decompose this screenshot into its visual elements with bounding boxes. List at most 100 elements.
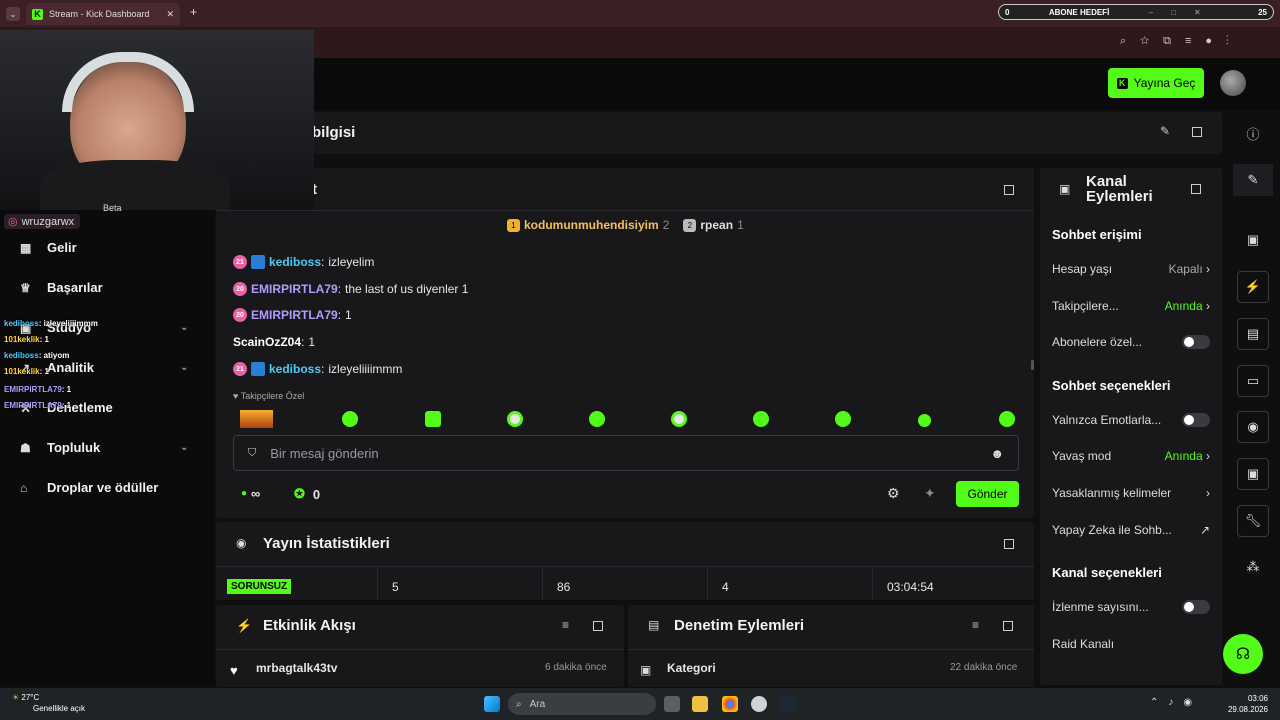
emote[interactable] [342,411,358,427]
go-live-button[interactable]: K Yayına Geç [1108,68,1204,98]
sub-goal-left: 0 [1005,7,1010,17]
chat-message[interactable]: 21 kediboss: izleyelim [233,255,374,269]
support-headset-icon[interactable]: ☊ [1223,634,1263,674]
windows-start-icon[interactable] [484,696,500,712]
chat-username[interactable]: ScainOzZ04 [233,335,301,349]
tab-menu-icon[interactable]: ⌄ [6,7,20,21]
chat-input[interactable]: ⛉ Bir mesaj gönderin ☻ [233,435,1019,471]
chat-username[interactable]: EMIRPIRTLA79 [251,308,338,322]
expand-icon[interactable] [1192,127,1202,137]
expand-icon[interactable] [1004,185,1014,195]
expand-icon[interactable] [1191,184,1201,194]
raid-row[interactable]: Raid Kanalı [1052,637,1210,651]
emote[interactable] [753,411,769,427]
ai-chat-row[interactable]: Yapay Zeka ile Sohb... ↗ [1052,523,1210,537]
chat-message[interactable]: ScainOzZ04:1 [233,335,315,349]
info-icon[interactable]: ⓘ [1233,117,1273,149]
chat-message[interactable]: 21 kediboss: izleyeliiiimmm [233,362,402,376]
emote[interactable] [671,411,687,427]
sidebar-item-achievements[interactable]: ♕ Başarılar [20,280,103,295]
chat-username[interactable]: kediboss [269,362,321,376]
chat-scrollbar[interactable] [1031,360,1034,370]
chat-username[interactable]: EMIRPIRTLA79 [251,282,338,296]
taskbar-search[interactable]: ⌕ Ara [508,693,656,715]
emotes-only-toggle[interactable] [1182,413,1210,427]
file-explorer-icon[interactable] [692,696,708,712]
emote-gif[interactable] [240,410,273,428]
video-icon[interactable]: ▣ [1233,224,1273,256]
browser-tab-bar: ⌄ K Stream - Kick Dashboard ✕ + 0 ABONE … [0,0,1280,27]
chat-message[interactable]: 20 EMIRPIRTLA79:1 [233,308,352,322]
chat-username[interactable]: kediboss [269,255,321,269]
emoji-icon[interactable]: ☻ [990,446,1004,461]
banned-words-row[interactable]: Yasaklanmış kelimeler › [1052,486,1210,500]
task-view-icon[interactable] [664,696,680,712]
emote[interactable] [918,414,931,427]
emotes-only-row[interactable]: Yalnızca Emotlarla... [1052,413,1210,427]
expand-icon[interactable] [1003,621,1013,631]
sub-goal-overlay: 0 ABONE HEDEFİ –□✕ 25 [998,4,1274,20]
sub-badge: 20 [233,308,247,322]
chat-text: izleyeliiiimmm [328,362,403,376]
streamer-name-tag: ◎ wruzgarwx [4,214,81,229]
chat-icon[interactable]: ▭ [1237,365,1269,397]
sidebar-item-label: Başarılar [47,280,103,295]
chevron-right-icon: › [1206,299,1210,313]
steam-icon[interactable] [780,696,796,712]
send-button[interactable]: Gönder [956,481,1019,507]
emote[interactable] [425,411,441,427]
expand-icon[interactable] [593,621,603,631]
moderation-item[interactable]: Kategori [667,661,716,675]
user-avatar[interactable] [1220,70,1246,96]
leader-name[interactable]: kodumunmuhendisiyim [524,218,659,232]
edit-icon[interactable]: ✎ [1160,124,1170,138]
chrome-icon[interactable] [722,696,738,712]
chevron-down-icon[interactable]: ⌄ [180,442,188,453]
activity-user[interactable]: mrbagtalk43tv [256,661,337,675]
emote[interactable] [999,411,1015,427]
browser-toolbar-icons[interactable]: ⌕☆⧉≡●⋮ [1120,35,1243,48]
view-count-toggle[interactable] [1182,600,1210,614]
lightning-icon[interactable]: ⚡ [1237,271,1269,303]
community-icon[interactable]: ⁂ [1233,551,1273,583]
filter-icon[interactable]: ≡ [562,618,569,632]
chevron-down-icon[interactable]: ⌄ [180,322,188,333]
sidebar-item-revenue[interactable]: ▦ Gelir [20,240,77,255]
emote[interactable] [507,411,523,427]
system-tray-icons[interactable]: ⌃♪◉ [1150,697,1202,708]
leader-name[interactable]: rpean [700,218,733,232]
browser-tab[interactable]: K Stream - Kick Dashboard ✕ [26,3,180,25]
emote[interactable] [589,411,605,427]
sidebar-item-drops[interactable]: ⌂ Droplar ve ödüller [20,480,158,495]
activity-time: 6 dakika önce [545,662,607,673]
expand-icon[interactable] [1004,539,1014,549]
chevron-down-icon[interactable]: ⌄ [180,362,188,373]
shield-icon: ⛉ [248,446,257,459]
account-age-row[interactable]: Hesap yaşı Kapalı › [1052,262,1210,276]
settings-gear-icon[interactable]: ⚙ [887,485,900,502]
subs-only-toggle[interactable] [1182,335,1210,349]
sidebar-item-label: Analitik [47,360,94,375]
emote[interactable] [835,411,851,427]
close-tab-icon[interactable]: ✕ [166,9,174,20]
list-icon[interactable]: ▤ [1237,318,1269,350]
followers-row[interactable]: Takipçilere... Anında › [1052,299,1210,313]
filter-icon[interactable]: ≡ [972,618,979,632]
app-icon[interactable] [751,696,767,712]
view-count-row[interactable]: İzlenme sayısını... [1052,600,1210,614]
slow-mode-row[interactable]: Yavaş mod Anında › [1052,449,1210,463]
weather-widget[interactable]: ☀ 27°C Genellikle açık [12,692,85,714]
channel-icon[interactable]: ▣ [1237,458,1269,490]
clock[interactable]: 03:06 29.08.2026 [1226,693,1268,715]
subs-only-row[interactable]: Abonelere özel... [1052,335,1210,349]
window-controls[interactable]: –□✕ [1149,8,1219,17]
wrench-icon[interactable]: 🔧︎ [1237,505,1269,537]
chat-access-heading: Sohbet erişimi [1052,227,1142,242]
new-tab-button[interactable]: + [190,5,197,19]
rank-badge: 1 [507,218,520,232]
edit-icon[interactable]: ✎ [1233,164,1273,196]
puzzle-icon[interactable]: ✦ [924,485,936,502]
play-icon[interactable]: ◉ [1237,411,1269,443]
sidebar-item-community[interactable]: ☗ Topluluk [20,440,100,455]
chat-message[interactable]: 20 EMIRPIRTLA79: the last of us diyenler 1 [233,282,468,296]
